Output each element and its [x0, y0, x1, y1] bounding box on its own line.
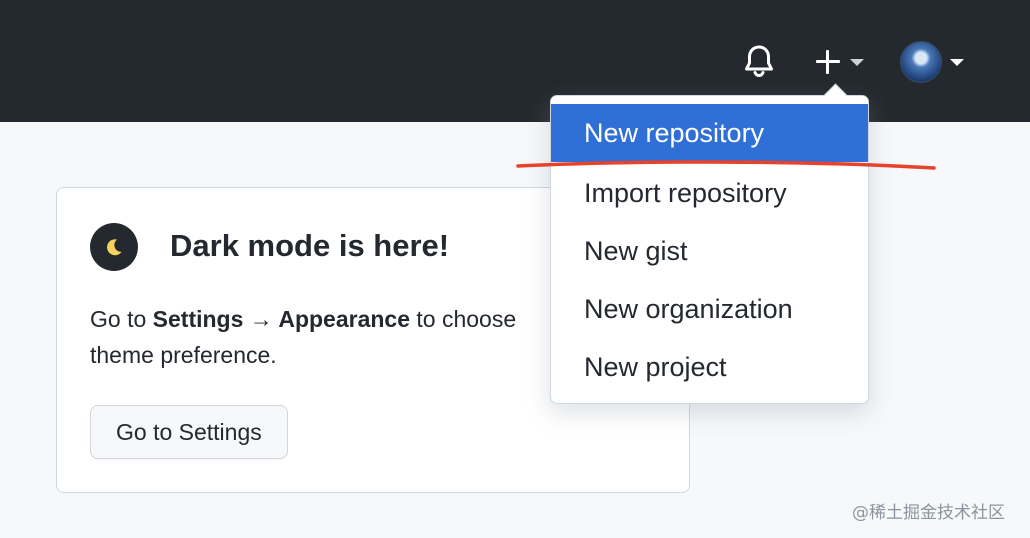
arrow-text: → — [243, 306, 279, 332]
watermark: @稀土掘金技术社区 — [852, 503, 1005, 523]
caret-down-icon — [850, 58, 864, 66]
top-header — [0, 0, 1030, 122]
appearance-text: Appearance — [278, 306, 410, 332]
caret-down-icon — [950, 58, 964, 66]
menu-item-new-gist[interactable]: New gist — [551, 222, 868, 280]
settings-text: Settings — [152, 306, 244, 332]
go-to-settings-button[interactable]: Go to Settings — [90, 405, 288, 459]
create-new-dropdown: New repository Import repository New gis… — [550, 95, 869, 404]
menu-item-new-project[interactable]: New project — [551, 338, 868, 396]
card-title: Dark mode is here! — [170, 228, 450, 263]
create-new-button[interactable] — [812, 44, 872, 80]
user-avatar — [900, 41, 942, 83]
text-prefix: Go to — [90, 306, 153, 332]
text-line2: theme preference. — [90, 342, 277, 368]
menu-item-new-organization[interactable]: New organization — [551, 280, 868, 338]
plus-icon — [812, 46, 844, 78]
moon-icon — [90, 223, 138, 271]
text-suffix: to choose — [410, 306, 517, 332]
menu-item-new-repository[interactable]: New repository — [551, 104, 868, 162]
red-underline-annotation — [516, 160, 936, 170]
bell-icon[interactable] — [740, 42, 778, 80]
user-menu-button[interactable] — [900, 40, 970, 84]
